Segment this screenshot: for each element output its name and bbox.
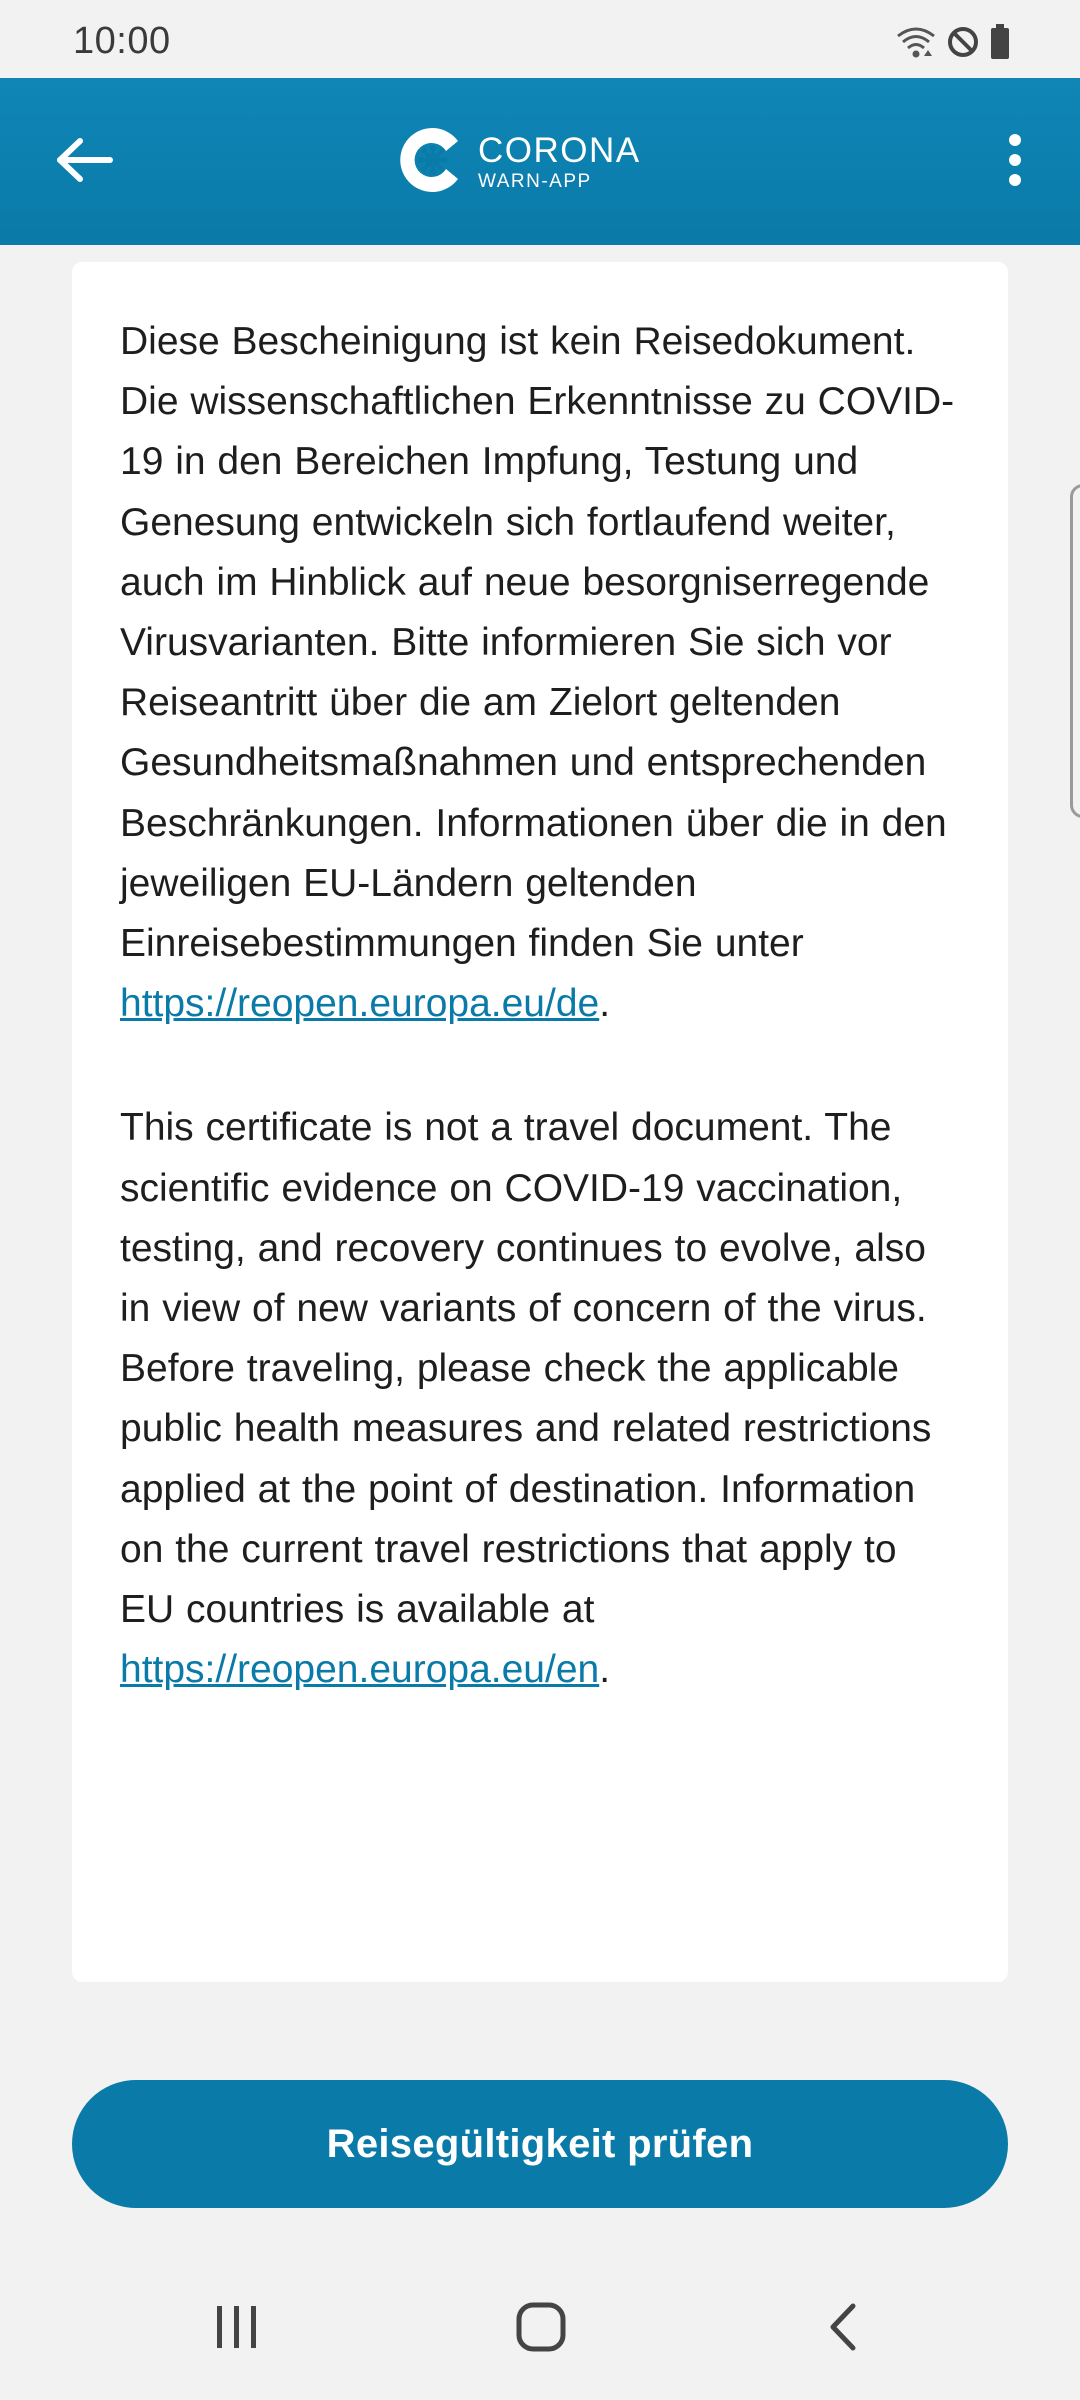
corona-virus-logo-icon <box>400 121 468 204</box>
status-time: 10:00 <box>73 20 171 62</box>
system-back-button[interactable] <box>798 2284 888 2374</box>
paragraph-german-text: Diese Bescheinigung ist kein Reisedokume… <box>120 320 955 966</box>
do-not-disturb-icon <box>946 25 980 64</box>
status-icons <box>896 23 1010 65</box>
check-travel-validity-button[interactable]: Reisegültigkeit prüfen <box>72 2080 1008 2208</box>
paragraph-english: This certificate is not a travel documen… <box>120 1098 960 1700</box>
paragraph-english-suffix: . <box>599 1648 611 1692</box>
info-card: Diese Bescheinigung ist kein Reisedokume… <box>72 262 1008 1982</box>
scroll-indicator[interactable] <box>1070 484 1080 818</box>
logo-title: CORONA <box>478 131 641 170</box>
paragraph-german-suffix: . <box>599 982 611 1026</box>
system-nav-bar <box>0 2254 1080 2400</box>
overflow-menu-button[interactable] <box>980 120 1050 204</box>
back-icon <box>825 2302 861 2357</box>
status-bar: 10:00 <box>0 0 1080 78</box>
link-reopen-en[interactable]: https://reopen.europa.eu/en <box>120 1648 599 1691</box>
recent-apps-button[interactable] <box>192 2284 282 2374</box>
paragraph-german: Diese Bescheinigung ist kein Reisedokume… <box>120 312 960 1034</box>
home-icon <box>515 2301 567 2358</box>
back-button[interactable] <box>42 120 126 204</box>
app-logo: CORONA WARN-APP <box>400 120 641 204</box>
wifi-icon <box>896 24 936 65</box>
app-bar: CORONA WARN-APP <box>0 78 1080 245</box>
logo-text: CORONA WARN-APP <box>478 133 641 191</box>
paragraph-english-text: This certificate is not a travel documen… <box>120 1106 932 1632</box>
logo-subtitle: WARN-APP <box>478 171 592 192</box>
link-reopen-de[interactable]: https://reopen.europa.eu/de <box>120 982 599 1025</box>
more-vert-icon <box>1007 133 1023 191</box>
home-button[interactable] <box>496 2284 586 2374</box>
recent-apps-icon <box>213 2304 261 2355</box>
arrow-left-icon <box>54 137 114 187</box>
battery-icon <box>990 23 1010 65</box>
